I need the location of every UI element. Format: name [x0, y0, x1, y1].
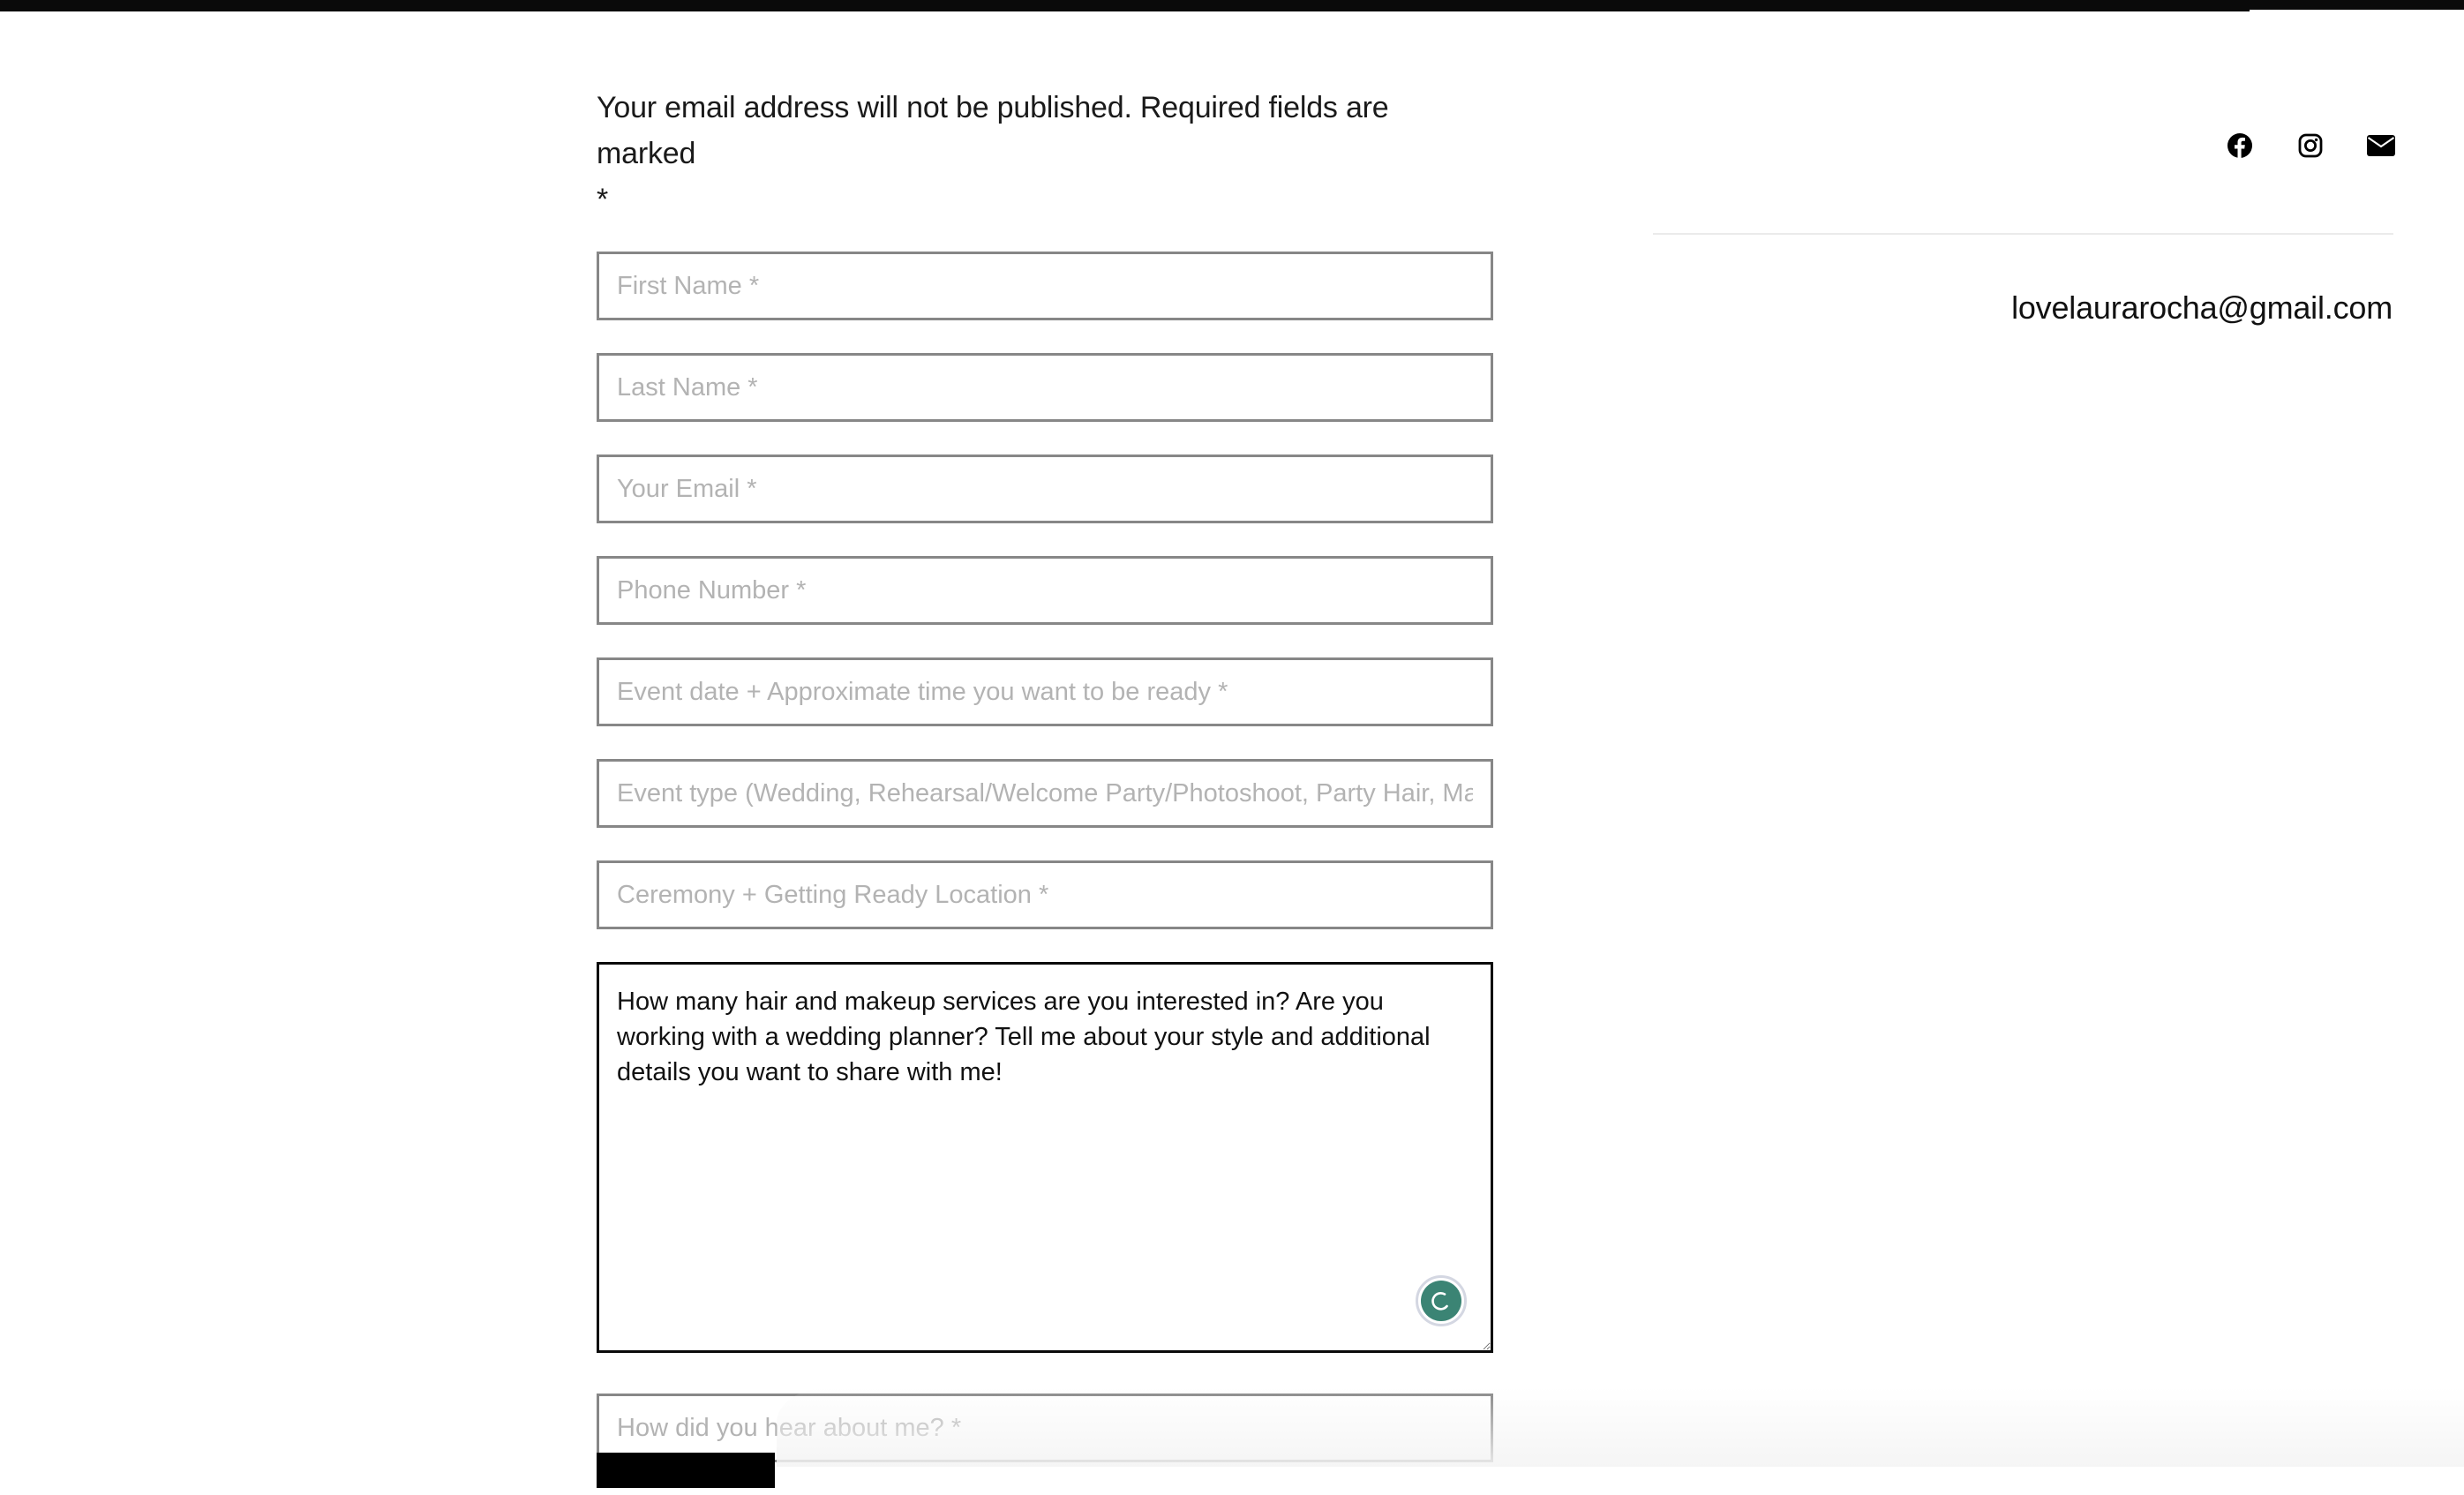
event-date-input[interactable] [597, 657, 1493, 726]
notice-text: Your email address will not be published… [597, 91, 1389, 170]
contact-form: Your email address will not be published… [597, 85, 1493, 1495]
required-fields-notice: Your email address will not be published… [597, 85, 1493, 222]
phone-input[interactable] [597, 556, 1493, 625]
email-input[interactable] [597, 455, 1493, 523]
required-asterisk: * [597, 183, 609, 216]
first-name-input[interactable] [597, 252, 1493, 320]
social-links [2224, 131, 2397, 161]
event-type-input[interactable] [597, 759, 1493, 828]
mail-icon [2367, 135, 2395, 156]
message-textarea[interactable] [597, 962, 1493, 1353]
grammar-assistant-button[interactable] [1416, 1275, 1467, 1326]
sidebar-divider [1653, 233, 2393, 235]
submit-button[interactable] [597, 1453, 775, 1488]
instagram-link[interactable] [2295, 131, 2326, 161]
location-input[interactable] [597, 860, 1493, 929]
contact-email-link[interactable]: lovelaurarocha@gmail.com [2011, 289, 2393, 327]
mail-link[interactable] [2365, 131, 2397, 161]
scroll-progress-bar [0, 0, 2250, 11]
message-field [597, 962, 1493, 1353]
grammar-assistant-icon [1421, 1281, 1461, 1321]
last-name-input[interactable] [597, 353, 1493, 422]
instagram-icon [2298, 133, 2323, 158]
facebook-link[interactable] [2224, 131, 2256, 161]
facebook-icon [2227, 133, 2252, 159]
